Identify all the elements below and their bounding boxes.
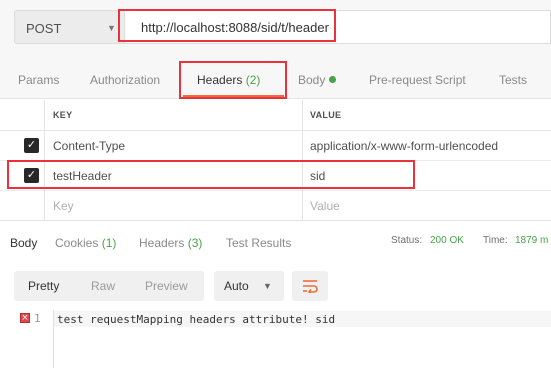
response-tabs: Body Cookies (1) Headers (3) Test Result… xyxy=(0,226,551,260)
column-key-header: KEY xyxy=(53,110,73,120)
checkbox-checked-icon[interactable]: ✓ xyxy=(24,138,39,153)
code-gutter: × 1 xyxy=(14,310,54,368)
response-tab-cookies-label: Cookies xyxy=(55,236,99,250)
wrap-lines-icon xyxy=(303,280,318,293)
value-placeholder[interactable]: Value xyxy=(310,199,340,213)
body-indicator-dot-icon xyxy=(329,76,337,83)
tab-authorization[interactable]: Authorization xyxy=(90,73,160,87)
format-label: Auto xyxy=(224,279,249,293)
line-number: 1 xyxy=(34,312,41,325)
url-highlight-box xyxy=(118,9,336,42)
preview-button[interactable]: Preview xyxy=(145,279,188,293)
response-tab-headers[interactable]: Headers (3) xyxy=(139,236,202,250)
tab-body-label: Body xyxy=(298,73,326,87)
method-label: POST xyxy=(26,21,62,36)
request-bar: POST ▼ http://localhost:8088/sid/t/heade… xyxy=(0,0,551,57)
time-label: Time: xyxy=(483,235,508,246)
tab-body[interactable]: Body xyxy=(298,73,337,87)
chevron-down-icon: ▼ xyxy=(263,281,272,291)
tab-pre-request-script[interactable]: Pre-request Script xyxy=(369,73,466,87)
error-marker-icon: × xyxy=(20,313,30,323)
raw-button[interactable]: Raw xyxy=(91,279,115,293)
key-placeholder[interactable]: Key xyxy=(53,199,74,213)
status-label: Status: xyxy=(391,235,423,246)
headers-tab-highlight-box xyxy=(179,61,287,99)
header-key[interactable]: Content-Type xyxy=(53,139,125,153)
response-tab-headers-count: (3) xyxy=(187,236,203,250)
view-mode-group: Pretty Raw Preview xyxy=(14,271,204,301)
test-header-highlight-box xyxy=(7,160,415,189)
response-tab-headers-label: Headers xyxy=(139,236,185,250)
tab-params[interactable]: Params xyxy=(18,73,59,87)
tab-tests[interactable]: Tests xyxy=(499,73,527,87)
chevron-down-icon: ▼ xyxy=(107,23,116,33)
request-tabs: Params Authorization Headers (2) Body Pr… xyxy=(0,57,551,99)
wrap-lines-button[interactable] xyxy=(292,271,328,301)
response-tab-cookies-count: (1) xyxy=(101,236,117,250)
headers-table-header: KEY VALUE xyxy=(0,100,551,131)
column-value-header: VALUE xyxy=(310,110,342,120)
response-body-text[interactable]: test requestMapping headers attribute! s… xyxy=(57,313,335,326)
header-value[interactable]: application/x-www-form-urlencoded xyxy=(310,139,498,153)
method-dropdown[interactable]: POST ▼ xyxy=(14,10,125,44)
header-row: ✓ Content-Type application/x-www-form-ur… xyxy=(0,131,551,161)
pretty-button[interactable]: Pretty xyxy=(28,279,59,293)
time-value: 1879 m xyxy=(515,235,549,246)
header-row-empty: Key Value xyxy=(0,191,551,221)
status-value: 200 OK xyxy=(430,235,464,246)
response-tab-cookies[interactable]: Cookies (1) xyxy=(55,236,116,250)
format-dropdown[interactable]: Auto ▼ xyxy=(214,271,284,301)
response-tab-test-results[interactable]: Test Results xyxy=(226,236,291,250)
response-tab-body[interactable]: Body xyxy=(10,236,37,250)
